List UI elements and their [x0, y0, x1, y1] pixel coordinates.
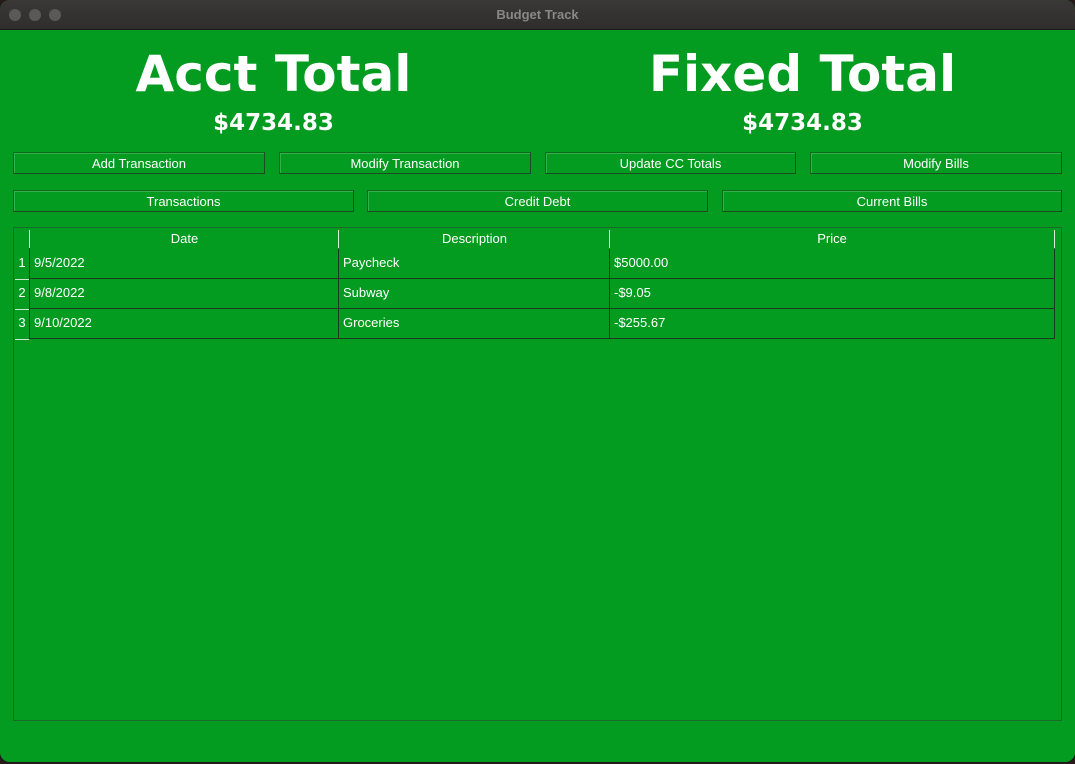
- fixed-total-label: Fixed Total: [648, 45, 957, 103]
- transactions-view-button[interactable]: Transactions: [13, 190, 354, 212]
- table-cell-description[interactable]: Subway: [338, 279, 610, 309]
- credit-debt-view-button[interactable]: Credit Debt: [367, 190, 708, 212]
- row-divider: [15, 339, 29, 340]
- table-cell-description[interactable]: Paycheck: [338, 249, 610, 279]
- acct-total-label: Acct Total: [135, 45, 412, 103]
- window-title: Budget Track: [496, 7, 579, 22]
- row-number[interactable]: 1: [15, 249, 29, 277]
- table-cell-price[interactable]: -$255.67: [609, 309, 1055, 339]
- row-number[interactable]: 3: [15, 309, 29, 337]
- modify-bills-button[interactable]: Modify Bills: [810, 152, 1062, 174]
- table-cell-price[interactable]: -$9.05: [609, 279, 1055, 309]
- table-cell-description[interactable]: Groceries: [338, 309, 610, 339]
- add-transaction-button[interactable]: Add Transaction: [13, 152, 265, 174]
- app-window: Budget Track Acct Total $4734.83 Fixed T…: [0, 0, 1075, 762]
- fixed-total-value: $4734.83: [742, 110, 863, 136]
- column-header-price[interactable]: Price: [609, 230, 1055, 248]
- update-cc-totals-button[interactable]: Update CC Totals: [545, 152, 796, 174]
- table-cell-date[interactable]: 9/5/2022: [29, 249, 339, 279]
- main-content: Acct Total $4734.83 Fixed Total $4734.83…: [0, 30, 1075, 762]
- modify-transaction-button[interactable]: Modify Transaction: [279, 152, 531, 174]
- current-bills-view-button[interactable]: Current Bills: [722, 190, 1062, 212]
- table-cell-price[interactable]: $5000.00: [609, 249, 1055, 279]
- column-header-description[interactable]: Description: [338, 230, 610, 248]
- table-cell-date[interactable]: 9/10/2022: [29, 309, 339, 339]
- title-bar[interactable]: Budget Track: [0, 0, 1075, 30]
- acct-total-value: $4734.83: [213, 110, 334, 136]
- row-number[interactable]: 2: [15, 279, 29, 307]
- column-header-date[interactable]: Date: [29, 230, 339, 248]
- table-cell-date[interactable]: 9/8/2022: [29, 279, 339, 309]
